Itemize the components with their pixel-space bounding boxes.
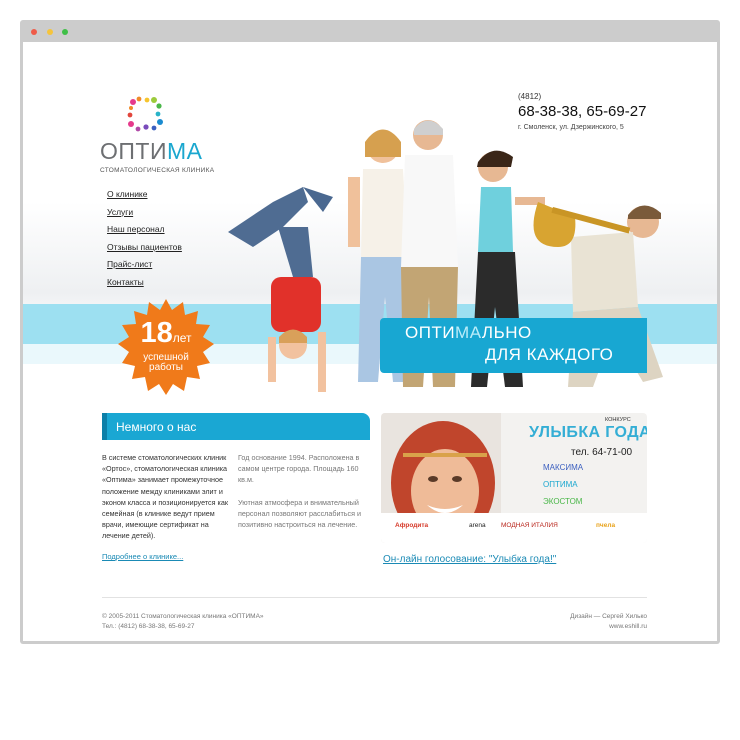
about-facts: Год основание 1994. Расположена в самом … [238,453,360,485]
sponsor-arena: arena [469,522,486,529]
slogan-line1: ОПТИМАЛЬНО [405,323,532,342]
footer-right: Дизайн — Сергей Хилько www.eshill.ru [473,612,647,632]
badge-unit: лет [172,331,192,345]
phone-numbers: 68-38-38, 65-69-27 [518,103,647,120]
footer-design: Дизайн — Сергей Хилько [570,613,647,620]
logo-subtitle: стоматологическая клиника [100,167,215,174]
years-badge-text: 18лет успешной работы [116,318,216,373]
footer-site-link[interactable]: www.eshill.ru [473,622,647,632]
slogan-line2: ДЛЯ КАЖДОГО [485,345,614,364]
about-text-2: Год основание 1994. Расположена в самом … [238,452,370,541]
contest-phone: тел. 64-71-00 [571,447,633,458]
brand-maksima: МАКСИМА [543,463,584,472]
nav-item-about[interactable]: О клинике [107,190,182,199]
clinic-logo[interactable]: ОПТИМА стоматологическая клиника [100,94,214,174]
nav-item-reviews[interactable]: Отзывы пациентов [107,242,182,252]
sponsor-logos: Афродита arena МОДНАЯ ИТАЛИЯ пчела [381,513,647,543]
brand-ekostom: ЭКОСТОМ [543,497,583,506]
logo-flower-icon [127,96,163,132]
nav-item-prices[interactable]: Прайс-лист [107,260,182,269]
about-text-1: В системе стоматологических клиник «Орто… [102,453,228,541]
sponsor-moda: МОДНАЯ ИТАЛИЯ [501,522,558,529]
contest-banner[interactable]: КОНКУРС УЛЫБКА ГОДА тел. 64-71-00 МАКСИМ… [381,413,647,543]
nav-item-services[interactable]: Услуги [107,207,182,217]
browser-window: ОПТИМА стоматологическая клиника О клини… [20,20,720,644]
boy-figure [228,187,333,392]
about-heading: Немного о нас [102,413,370,440]
close-dot-icon[interactable] [31,29,37,35]
logo-wordmark: ОПТИМА [100,138,203,164]
sponsor-afrodita: Афродита [395,522,429,529]
footer-divider [102,597,647,598]
about-more-link[interactable]: Подробнее о клинике... [102,552,183,561]
sponsor-pchela: пчела [596,522,616,529]
brand-optima: ОПТИМА [543,480,578,489]
footer-left: © 2005-2011 Стоматологическая клиника «О… [102,612,264,632]
maximize-dot-icon[interactable] [62,29,68,35]
badge-number: 18 [140,317,173,349]
footer-phone: Тел.: (4812) 68-38-38, 65-69-27 [102,623,195,630]
phone-code: (4812) [518,92,542,101]
header-contacts: (4812) 68-38-38, 65-69-27 г. Смоленск, у… [518,92,646,131]
nav-item-contacts[interactable]: Контакты [107,277,182,287]
address: г. Смоленск, ул. Дзержинского, 5 [518,124,624,131]
slogan-banner: ОПТИМАЛЬНО ДЛЯ КАЖДОГО [380,318,647,373]
vote-link[interactable]: Он-лайн голосование: "Улыбка года!" [383,554,556,565]
nav-item-staff[interactable]: Наш персонал [107,225,182,234]
window-titlebar [20,20,720,42]
main-nav: О клинике Услуги Наш персонал Отзывы пац… [107,190,182,295]
minimize-dot-icon[interactable] [47,29,53,35]
footer-copyright: © 2005-2011 Стоматологическая клиника «О… [102,613,264,620]
contest-label: КОНКУРС [605,417,631,423]
web-page: ОПТИМА стоматологическая клиника О клини… [23,42,717,641]
badge-line2: работы [149,362,183,373]
about-atmosphere: Уютная атмосфера и внимательный персонал… [238,497,362,530]
contest-title: УЛЫБКА ГОДА [529,424,647,441]
